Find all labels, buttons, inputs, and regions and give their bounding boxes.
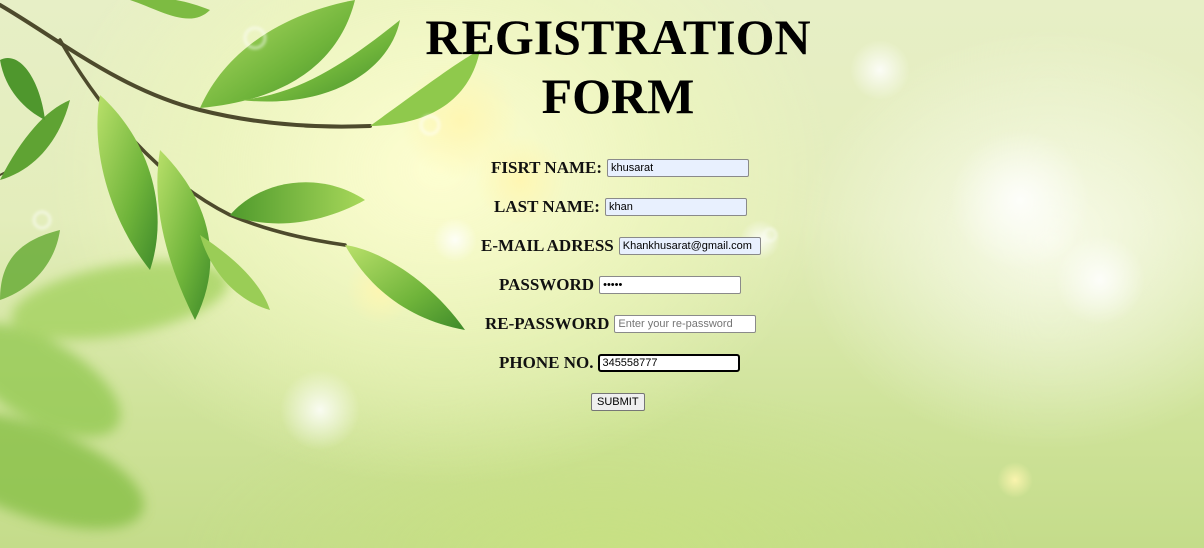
password-label: PASSWORD (499, 275, 595, 294)
password-row: PASSWORD (499, 274, 742, 296)
email-row: E-MAIL ADRESS (481, 235, 761, 257)
last-name-row: LAST NAME: (494, 196, 747, 218)
phone-row: PHONE NO. (499, 352, 741, 374)
re-password-row: RE-PASSWORD (485, 313, 757, 335)
re-password-input[interactable] (614, 315, 757, 333)
email-input[interactable] (618, 237, 761, 255)
submit-button[interactable]: SUBMIT (591, 393, 645, 411)
last-name-label: LAST NAME: (494, 197, 600, 216)
last-name-input[interactable] (604, 198, 747, 216)
page-title-line-1: REGISTRATION (425, 9, 811, 65)
page-title-line-2: FORM (541, 68, 695, 124)
re-password-label: RE-PASSWORD (485, 314, 610, 333)
phone-label: PHONE NO. (499, 353, 594, 372)
password-input[interactable] (599, 276, 742, 294)
first-name-input[interactable] (607, 159, 750, 177)
first-name-row: FISRT NAME: (491, 157, 750, 179)
email-label: E-MAIL ADRESS (481, 236, 614, 255)
first-name-label: FISRT NAME: (491, 158, 603, 177)
phone-input[interactable] (598, 354, 741, 372)
